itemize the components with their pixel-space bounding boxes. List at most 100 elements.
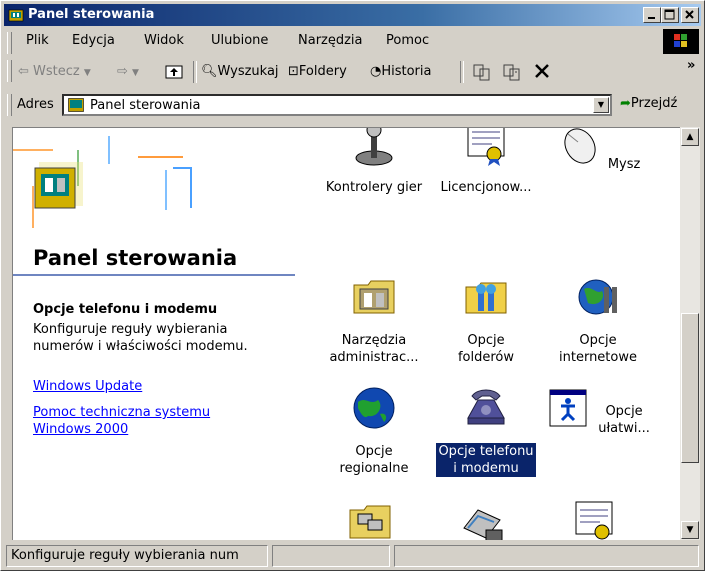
windows-flag-icon <box>674 34 687 47</box>
item-label: Opcje internetowe <box>559 333 637 365</box>
forward-arrow-icon: ⇨ <box>117 64 128 79</box>
delete-icon <box>535 64 549 78</box>
status-text: Konfiguruje reguły wybierania num <box>6 545 268 567</box>
history-button[interactable]: ◔Historia <box>370 64 431 79</box>
item-label: Opcje folderów <box>457 333 515 365</box>
close-button[interactable] <box>681 7 699 23</box>
item-admin-tools[interactable]: Narzędzia administrac... <box>319 273 429 366</box>
item-regional-options[interactable]: Opcje regionalne <box>319 384 429 477</box>
menu-pomoc[interactable]: Pomoc <box>386 33 429 48</box>
toolbar-separator <box>460 61 464 83</box>
status-bar: Konfiguruje reguły wybierania num <box>4 544 701 568</box>
go-button[interactable]: ➦Przejdź <box>620 96 677 111</box>
scroll-up-button[interactable]: ▲ <box>681 128 699 146</box>
control-panel-icon <box>68 98 84 112</box>
item-game-controllers[interactable]: Kontrolery gier <box>319 128 429 196</box>
item-label: Opcje telefonu i modemu <box>436 443 536 477</box>
dropdown-arrow-icon: ▼ <box>83 68 91 78</box>
address-bar: Adres Panel sterowania ▼ ➦Przejdź <box>4 91 701 121</box>
menu-edycja[interactable]: Edycja <box>72 33 115 48</box>
status-pane-3 <box>394 545 699 567</box>
accessibility-icon <box>549 389 587 427</box>
item-phone-modem-options[interactable]: Opcje telefonu i modemu <box>431 384 541 477</box>
control-panel-icon <box>8 9 24 22</box>
move-to-button[interactable] <box>472 62 492 86</box>
copy-to-button[interactable] <box>502 62 522 86</box>
selected-item-title: Opcje telefonu i modemu <box>33 302 218 317</box>
dropdown-arrow-icon: ▼ <box>132 68 139 78</box>
panel-title: Panel sterowania <box>33 246 238 270</box>
phone-icon <box>467 389 505 425</box>
explorer-window: Panel sterowania Plik Edycja Widok Ulubi… <box>0 0 705 571</box>
maximize-button[interactable] <box>661 7 679 23</box>
folders-button[interactable]: ⊡Foldery <box>288 64 347 79</box>
windows-logo <box>663 29 699 54</box>
scroll-down-button[interactable]: ▼ <box>681 521 699 539</box>
search-button[interactable]: 🔍︎Wyszukaj <box>201 64 279 79</box>
menu-plik[interactable]: Plik <box>26 33 49 48</box>
menu-grip[interactable] <box>7 32 12 54</box>
item-scanners-cameras[interactable] <box>431 498 541 540</box>
maximize-icon <box>664 9 675 20</box>
up-folder-button[interactable] <box>164 61 184 85</box>
item-label: Opcje ułatwi... <box>598 404 650 436</box>
title-underline <box>13 274 295 276</box>
mouse-icon <box>564 128 596 164</box>
folder-view: Panel sterowania Opcje telefonu i modemu… <box>12 127 681 540</box>
item-network-connections[interactable] <box>319 498 429 540</box>
chevron-down-icon: ▼ <box>597 100 605 109</box>
item-label: Opcje regionalne <box>339 444 409 476</box>
minimize-button[interactable] <box>643 7 661 23</box>
move-to-icon <box>473 64 490 81</box>
item-label: Kontrolery gier <box>325 180 423 195</box>
item-mouse[interactable]: Mysz <box>543 128 653 173</box>
address-label: Adres <box>17 97 54 112</box>
item-certificate[interactable] <box>543 498 653 540</box>
scroll-up-arrow-icon: ▲ <box>686 132 694 142</box>
admin-tools-icon <box>353 280 395 314</box>
title-bar[interactable]: Panel sterowania <box>4 4 701 26</box>
internet-options-icon <box>578 279 617 315</box>
back-button[interactable]: ⇦ Wstecz ▼ <box>18 64 91 79</box>
network-folder-icon <box>349 505 391 539</box>
go-arrow-icon: ➦ <box>620 96 631 111</box>
address-dropdown-button[interactable]: ▼ <box>593 97 609 113</box>
menu-ulubione[interactable]: Ulubione <box>211 33 268 48</box>
web-view-panel: Panel sterowania Opcje telefonu i modemu… <box>13 128 295 540</box>
window-title: Panel sterowania <box>28 7 155 22</box>
scanner-icon <box>463 509 503 540</box>
menu-widok[interactable]: Widok <box>144 33 184 48</box>
toolbar-grip[interactable] <box>7 60 12 82</box>
toolbar-separator <box>193 61 197 83</box>
joystick-icon <box>355 128 393 166</box>
windows-update-link[interactable]: Windows Update <box>33 378 142 395</box>
delete-button[interactable] <box>532 61 552 85</box>
history-icon: ◔ <box>370 64 382 79</box>
vertical-scrollbar[interactable]: ▲ ▼ <box>680 127 700 540</box>
scroll-down-arrow-icon: ▼ <box>686 525 694 535</box>
address-grip[interactable] <box>7 94 12 116</box>
certificate-icon <box>467 128 505 166</box>
toolbar-overflow-button[interactable]: » <box>687 58 695 73</box>
address-value: Panel sterowania <box>90 98 201 113</box>
item-label: Mysz <box>607 157 641 172</box>
up-folder-icon <box>165 65 183 79</box>
item-internet-options[interactable]: Opcje internetowe <box>543 273 653 366</box>
item-licensing[interactable]: Licencjonow... <box>431 128 541 196</box>
menu-narzedzia[interactable]: Narzędzia <box>298 33 363 48</box>
back-arrow-icon: ⇦ <box>18 64 29 79</box>
support-link[interactable]: Pomoc techniczna systemu Windows 2000 <box>33 404 210 438</box>
globe-icon <box>353 387 395 429</box>
close-icon <box>685 10 694 19</box>
item-folder-options[interactable]: Opcje folderów <box>431 273 541 366</box>
scroll-thumb[interactable] <box>681 313 699 463</box>
address-field[interactable]: Panel sterowania ▼ <box>62 94 612 116</box>
item-label: Licencjonow... <box>440 180 532 195</box>
menu-bar: Plik Edycja Widok Ulubione Narzędzia Pom… <box>4 29 701 54</box>
standard-toolbar: ⇦ Wstecz ▼ ⇨ ▼ 🔍︎Wyszukaj ⊡Foldery ◔Hist… <box>4 57 701 87</box>
search-icon: 🔍︎ <box>201 64 218 79</box>
status-pane-2 <box>272 545 390 567</box>
forward-button[interactable]: ⇨ ▼ <box>117 64 139 79</box>
certificate-icon <box>575 501 613 540</box>
item-accessibility-options[interactable]: Opcje ułatwi... <box>543 384 653 437</box>
